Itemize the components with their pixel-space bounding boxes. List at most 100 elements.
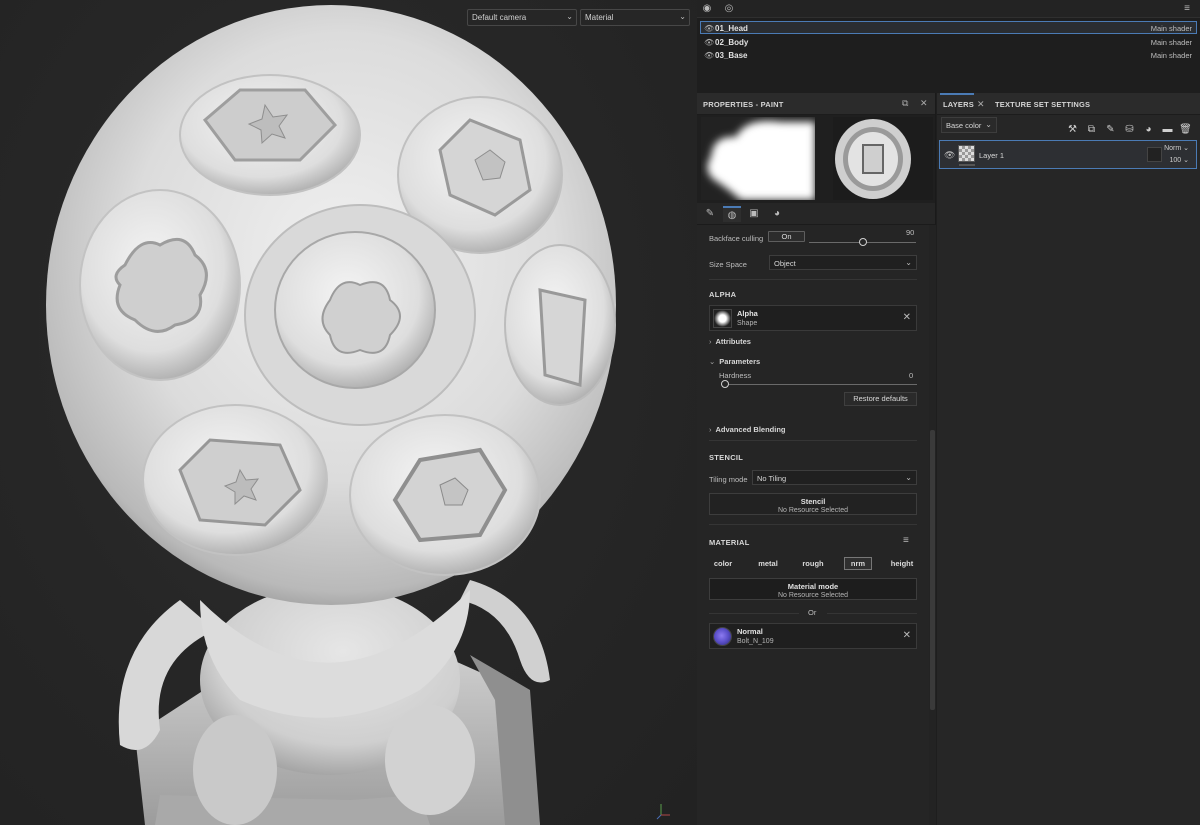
size-space-select[interactable]: Object ⌄ bbox=[769, 255, 917, 270]
camera-select[interactable]: Default camera ⌄ bbox=[467, 9, 577, 26]
layer-opacity[interactable]: 100 ⌄ bbox=[1170, 156, 1190, 164]
channel-metal-button[interactable]: metal bbox=[753, 557, 783, 570]
layer-mask-thumbnail[interactable] bbox=[1147, 147, 1162, 162]
chevron-down-icon: ⌄ bbox=[905, 258, 912, 267]
material-preview-image bbox=[833, 117, 933, 200]
visibility-icon[interactable]: ◎ bbox=[723, 3, 735, 15]
texture-set-row[interactable]: 👁 02_Body Main shader bbox=[700, 35, 1197, 48]
tab-alpha-icon[interactable]: ◍ bbox=[723, 206, 741, 222]
axis-gizmo-icon bbox=[656, 804, 670, 820]
layers-panel: LAYERS ✕ TEXTURE SET SETTINGS Base color… bbox=[937, 93, 1200, 825]
chevron-down-icon: ⌄ bbox=[566, 12, 573, 21]
alpha-resource-name: Alpha bbox=[737, 309, 758, 318]
properties-tabs: ✎ ◍ ▣ ◕ bbox=[697, 203, 935, 225]
alpha-thumbnail bbox=[713, 309, 732, 328]
texture-set-shader[interactable]: Main shader bbox=[1151, 24, 1192, 33]
eye-toggle-icon[interactable]: ◉ bbox=[701, 3, 713, 15]
channel-nrm-button[interactable]: nrm bbox=[844, 557, 872, 570]
texture-set-shader[interactable]: Main shader bbox=[1151, 51, 1192, 60]
add-folder-icon[interactable]: ▬ bbox=[1161, 123, 1174, 136]
backface-slider-value: 90 bbox=[906, 228, 915, 237]
texture-set-name: 02_Body bbox=[715, 37, 749, 47]
layer-channel-select[interactable]: Base color ⌄ bbox=[941, 117, 997, 133]
camera-select-value: Default camera bbox=[472, 13, 527, 22]
or-label: Or bbox=[808, 608, 817, 617]
close-icon[interactable]: ✕ bbox=[920, 98, 928, 109]
clear-alpha-icon[interactable]: ✕ bbox=[903, 312, 911, 323]
layer-row[interactable]: 👁 Layer 1 Norm ⌄ 100 ⌄ bbox=[939, 140, 1197, 169]
divider bbox=[827, 613, 917, 614]
layer-blend-mode[interactable]: Norm ⌄ bbox=[1164, 144, 1189, 152]
channel-rough-button[interactable]: rough bbox=[798, 557, 828, 570]
backface-slider-handle[interactable] bbox=[859, 238, 867, 246]
texture-set-name: 03_Base bbox=[715, 51, 748, 60]
layer-blend-mode-value: Norm bbox=[1164, 145, 1182, 152]
advanced-blending-toggle[interactable]: › Advanced Blending bbox=[709, 425, 786, 434]
float-panel-icon[interactable]: ⧉ bbox=[902, 98, 908, 109]
alpha-resource-type: Shape bbox=[737, 320, 758, 327]
chevron-down-icon: ⌄ bbox=[679, 12, 686, 21]
chevron-down-icon: ⌄ bbox=[985, 120, 992, 129]
viewport-3d-model[interactable] bbox=[0, 0, 697, 825]
tiling-mode-select[interactable]: No Tiling ⌄ bbox=[752, 470, 917, 485]
layer-thumbnail-bar bbox=[959, 164, 975, 166]
hardness-slider-handle[interactable] bbox=[721, 380, 729, 388]
render-mode-select[interactable]: Material ⌄ bbox=[580, 9, 690, 26]
chevron-down-icon: ⌄ bbox=[905, 473, 912, 482]
divider bbox=[709, 613, 799, 614]
layers-tabs: LAYERS ✕ TEXTURE SET SETTINGS bbox=[937, 93, 1200, 115]
clear-normal-icon[interactable]: ✕ bbox=[903, 630, 911, 641]
brush-preview bbox=[697, 115, 935, 203]
add-paint-layer-icon[interactable]: ✎ bbox=[1104, 123, 1117, 136]
3d-viewport[interactable]: Default camera ⌄ Material ⌄ bbox=[0, 0, 697, 825]
eye-icon[interactable]: 👁 bbox=[704, 51, 714, 60]
backface-culling-toggle[interactable]: On bbox=[768, 231, 805, 242]
alpha-resource-slot[interactable]: Alpha Shape ✕ bbox=[709, 305, 917, 331]
properties-body: Backface culling On 90 Size Space Object… bbox=[697, 225, 929, 825]
scrollbar-thumb[interactable] bbox=[930, 430, 935, 710]
material-channel-buttons: color metal rough nrm height bbox=[709, 557, 917, 571]
tab-material-icon[interactable]: ◕ bbox=[768, 206, 786, 222]
eye-icon[interactable]: 👁 bbox=[944, 150, 955, 161]
layer-name[interactable]: Layer 1 bbox=[979, 151, 1004, 160]
restore-defaults-button[interactable]: Restore defaults bbox=[844, 392, 917, 406]
parameters-toggle[interactable]: ⌄ Parameters bbox=[709, 357, 760, 366]
size-space-label: Size Space bbox=[709, 260, 747, 269]
add-effect-icon[interactable]: ⚒ bbox=[1066, 123, 1079, 136]
channel-color-button[interactable]: color bbox=[709, 557, 737, 570]
attributes-label: Attributes bbox=[715, 337, 751, 346]
add-fill-layer-icon[interactable]: ⛁ bbox=[1123, 123, 1136, 136]
channel-height-button[interactable]: height bbox=[887, 557, 917, 570]
eye-icon[interactable]: 👁 bbox=[704, 38, 714, 47]
texture-set-row[interactable]: 👁 01_Head Main shader bbox=[700, 21, 1197, 34]
delete-layer-icon[interactable]: 🗑 bbox=[1179, 123, 1192, 136]
tab-stencil-icon[interactable]: ▣ bbox=[745, 206, 763, 222]
hardness-slider-track[interactable] bbox=[721, 384, 917, 385]
texture-set-row[interactable]: 👁 03_Base Main shader bbox=[700, 48, 1197, 61]
layer-thumbnail bbox=[958, 145, 975, 162]
chevron-down-icon: ⌄ bbox=[709, 357, 716, 366]
material-menu-icon[interactable]: ≡ bbox=[903, 535, 909, 546]
tiling-mode-label: Tiling mode bbox=[709, 475, 748, 484]
material-mode-title: Material mode bbox=[787, 582, 839, 591]
advanced-blending-label: Advanced Blending bbox=[715, 425, 786, 434]
tiling-mode-value: No Tiling bbox=[757, 474, 787, 483]
texture-set-shader[interactable]: Main shader bbox=[1151, 38, 1192, 47]
properties-scrollbar[interactable] bbox=[929, 225, 936, 825]
tab-texture-set-settings[interactable]: TEXTURE SET SETTINGS bbox=[995, 93, 1090, 115]
add-smart-material-icon[interactable]: ◕ bbox=[1142, 123, 1155, 136]
backface-culling-label: Backface culling bbox=[709, 234, 764, 243]
normal-thumbnail bbox=[713, 627, 732, 646]
parameters-label: Parameters bbox=[719, 357, 761, 366]
eye-icon[interactable]: 👁 bbox=[704, 24, 714, 33]
add-mask-icon[interactable]: ⧉ bbox=[1085, 123, 1098, 136]
texture-set-list: 👁 01_Head Main shader 👁 02_Body Main sha… bbox=[700, 21, 1197, 62]
close-icon[interactable]: ✕ bbox=[977, 99, 985, 110]
stencil-resource-slot[interactable]: Stencil No Resource Selected bbox=[709, 493, 917, 515]
material-mode-slot[interactable]: Material mode No Resource Selected bbox=[709, 578, 917, 600]
normal-resource-slot[interactable]: Normal Bolt_N_109 ✕ bbox=[709, 623, 917, 649]
tab-layers[interactable]: LAYERS bbox=[940, 93, 974, 115]
tab-brush-icon[interactable]: ✎ bbox=[701, 206, 719, 222]
panel-menu-icon[interactable]: ≡ bbox=[1181, 3, 1193, 15]
attributes-toggle[interactable]: › Attributes bbox=[709, 337, 751, 346]
